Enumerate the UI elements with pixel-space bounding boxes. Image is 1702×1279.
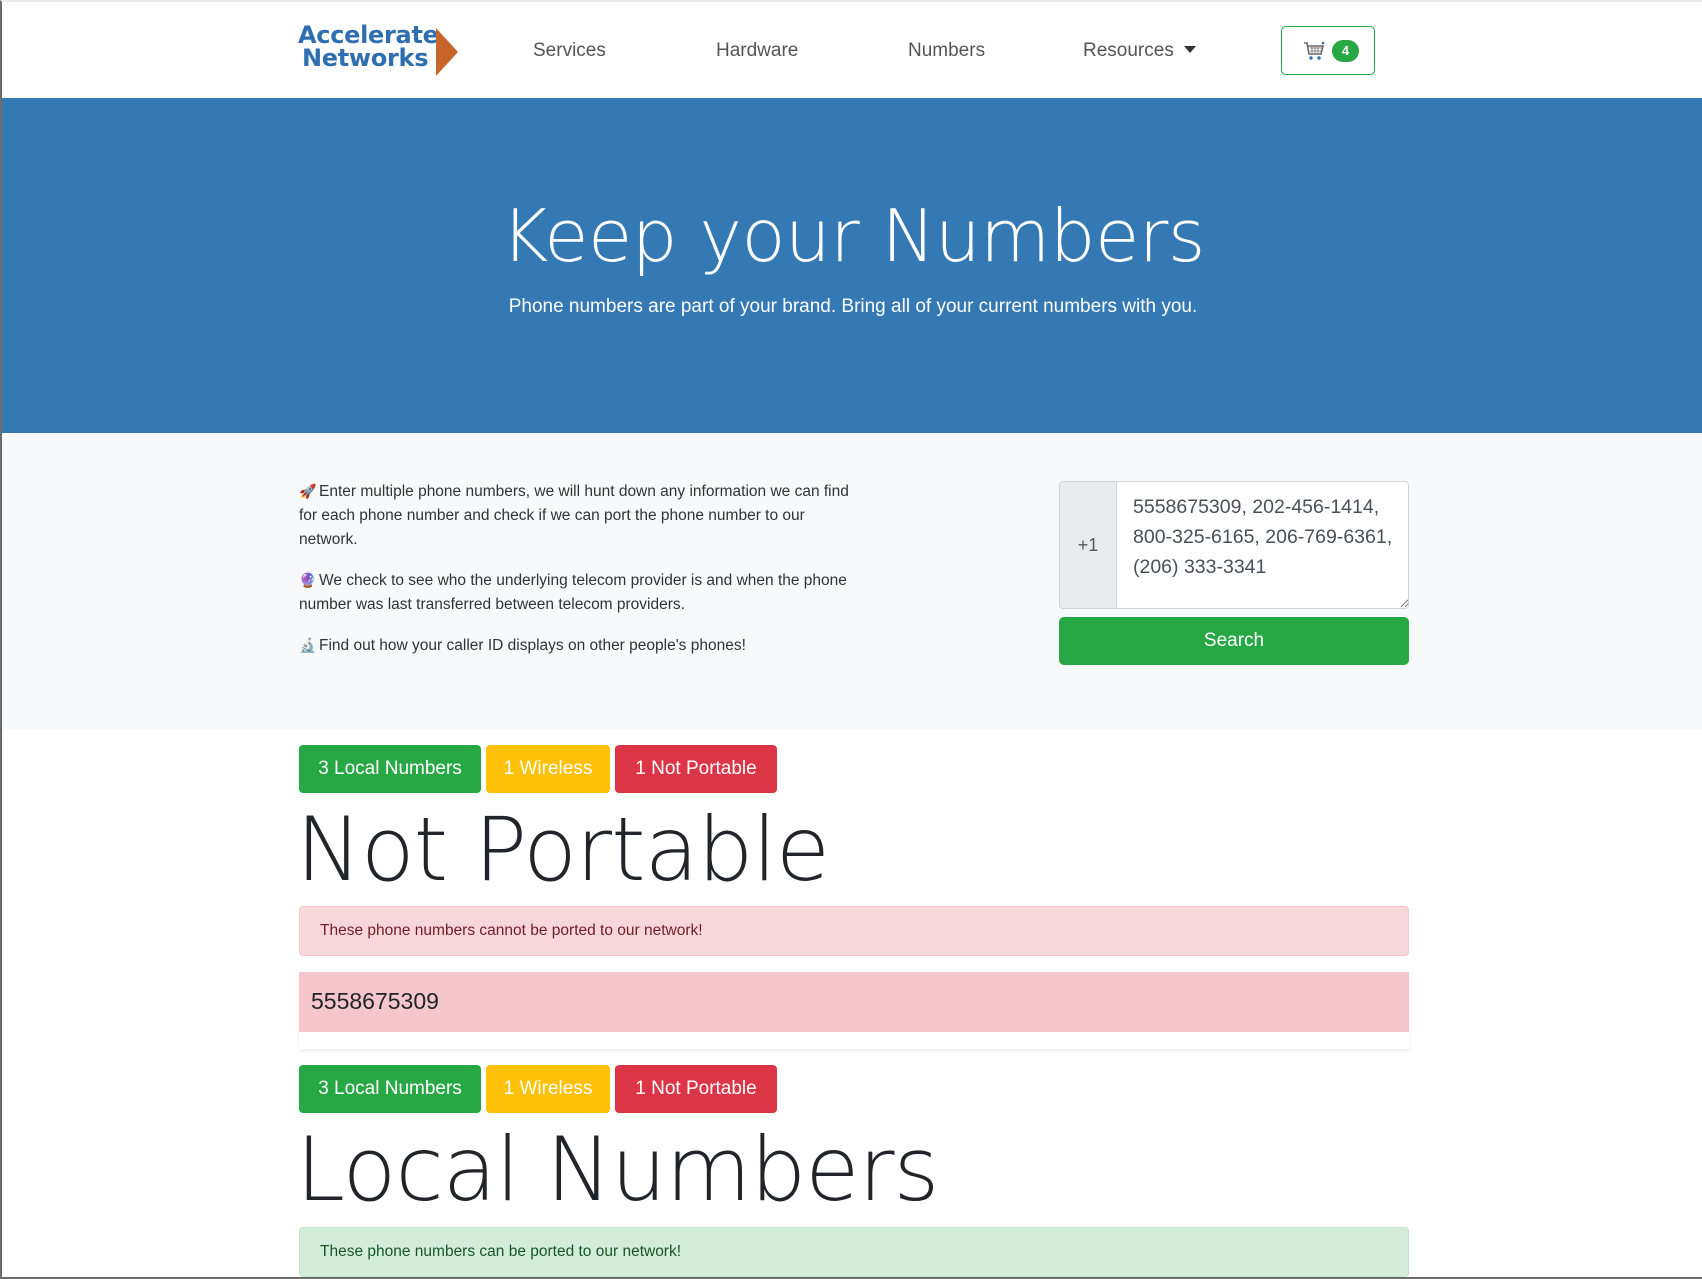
not-portable-heading: Not Portable <box>296 798 830 901</box>
phone-number-card-header[interactable]: 5558675309 <box>299 972 1409 1032</box>
logo-arrow-icon <box>436 28 458 76</box>
nav-hardware[interactable]: Hardware <box>716 40 798 62</box>
phone-numbers-input[interactable]: 5558675309, 202-456-1414, 800-325-6165, … <box>1117 482 1408 608</box>
nav-services[interactable]: Services <box>533 40 606 62</box>
summary-badges: 3 Local Numbers 1 Wireless 1 Not Portabl… <box>299 745 777 793</box>
navbar: Accelerate Networks Services Hardware Nu… <box>2 2 1702 98</box>
nav-resources-label: Resources <box>1083 40 1174 61</box>
info-text: Find out how your caller ID displays on … <box>319 637 746 654</box>
hero-banner: Keep your Numbers Phone numbers are part… <box>2 98 1702 433</box>
country-code-prefix: +1 <box>1060 482 1117 608</box>
local-numbers-button[interactable]: 3 Local Numbers <box>299 1065 481 1113</box>
info-item: 🔬 Find out how your caller ID displays on… <box>299 633 851 658</box>
logo[interactable]: Accelerate Networks <box>298 23 463 80</box>
hero-subtitle: Phone numbers are part of your brand. Br… <box>508 296 1198 317</box>
search-button[interactable]: Search <box>1059 617 1409 665</box>
info-item: 🚀 Enter multiple phone numbers, we will h… <box>299 479 851 552</box>
wireless-button[interactable]: 1 Wireless <box>486 745 610 793</box>
cart-count-badge: 4 <box>1332 40 1359 62</box>
local-numbers-button[interactable]: 3 Local Numbers <box>299 745 481 793</box>
cart-icon <box>1304 41 1325 60</box>
phone-input-group: +1 5558675309, 202-456-1414, 800-325-616… <box>1059 481 1409 609</box>
logo-text: Accelerate Networks <box>298 23 439 72</box>
microscope-icon: 🔬 <box>299 637 317 653</box>
wireless-button[interactable]: 1 Wireless <box>486 1065 610 1113</box>
info-text: We check to see who the underlying telec… <box>299 572 847 613</box>
info-text: Enter multiple phone numbers, we will hu… <box>299 483 849 548</box>
rocket-icon: 🚀 <box>299 483 317 499</box>
caret-down-icon <box>1183 46 1196 53</box>
nav-resources-dropdown[interactable]: Resources <box>1083 40 1196 62</box>
not-portable-button[interactable]: 1 Not Portable <box>615 745 777 793</box>
nav-numbers[interactable]: Numbers <box>908 40 985 62</box>
number-search-section: 🚀 Enter multiple phone numbers, we will h… <box>2 433 1702 729</box>
logo-line-2: Networks <box>302 44 429 72</box>
crystal-ball-icon: 🔮 <box>299 572 317 588</box>
hero-title: Keep your Numbers <box>501 194 1205 278</box>
local-numbers-alert: These phone numbers can be ported to our… <box>299 1227 1409 1277</box>
info-item: 🔮 We check to see who the underlying tele… <box>299 568 851 617</box>
summary-badges: 3 Local Numbers 1 Wireless 1 Not Portabl… <box>299 1065 777 1113</box>
not-portable-button[interactable]: 1 Not Portable <box>615 1065 777 1113</box>
local-numbers-heading: Local Numbers <box>296 1118 939 1221</box>
not-portable-alert: These phone numbers cannot be ported to … <box>299 906 1409 956</box>
info-list: 🚀 Enter multiple phone numbers, we will h… <box>299 479 851 674</box>
cart-button[interactable]: 4 <box>1281 26 1375 75</box>
phone-number-card: 5558675309 <box>299 972 1409 1049</box>
